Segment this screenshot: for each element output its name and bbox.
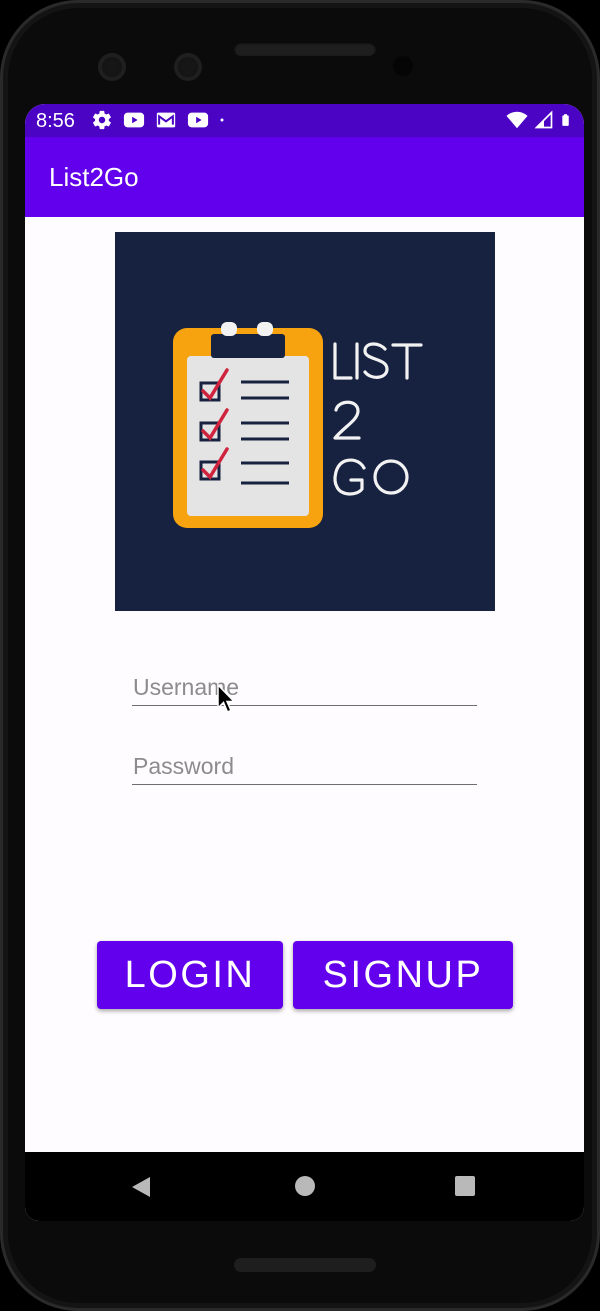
login-button[interactable]: LOGIN xyxy=(97,941,283,1009)
app-screen: 8:56 List2Go Username LOGIN SIGNUP xyxy=(25,104,584,1221)
bottom-speaker xyxy=(234,1258,376,1272)
clipboard-paper xyxy=(187,356,309,516)
battery-icon xyxy=(562,114,569,126)
clipboard-clip xyxy=(211,334,285,358)
recents-icon[interactable] xyxy=(455,1176,475,1196)
app-title: List2Go xyxy=(49,162,139,192)
system-navigation-bar xyxy=(25,1152,584,1221)
list2go-logo xyxy=(115,232,495,611)
phone-device-frame: 8:56 List2Go Username LOGIN SIGNUP xyxy=(0,0,600,1311)
logo-wordmark-2 xyxy=(333,400,361,440)
status-time: 8:56 xyxy=(36,110,75,132)
front-camera xyxy=(98,53,126,81)
list2go-logo-graphic xyxy=(173,322,423,528)
app-bar: List2Go xyxy=(25,137,584,217)
clip-tab-left xyxy=(221,322,237,336)
password-input[interactable] xyxy=(132,749,477,785)
mouse-cursor-icon xyxy=(217,684,236,713)
signup-button[interactable]: SIGNUP xyxy=(293,941,513,1009)
back-icon[interactable] xyxy=(131,1176,153,1198)
signal-icon xyxy=(534,110,553,129)
logo-wordmark-go xyxy=(333,458,409,496)
notification-icons xyxy=(91,109,231,131)
gmail-icon xyxy=(156,112,176,128)
proximity-sensor xyxy=(393,56,413,76)
logo-wordmark-list xyxy=(333,342,423,380)
status-bar: 8:56 xyxy=(25,104,584,137)
home-icon[interactable] xyxy=(295,1176,315,1196)
system-icons xyxy=(506,109,574,131)
dot-icon xyxy=(220,118,224,122)
earpiece-speaker xyxy=(234,42,376,56)
username-input[interactable] xyxy=(132,670,477,706)
front-camera-secondary xyxy=(174,53,202,81)
wifi-icon xyxy=(506,111,528,129)
phone-top-bezel xyxy=(0,0,600,104)
youtube-icon xyxy=(187,112,209,128)
youtube-icon xyxy=(123,112,145,128)
clip-tab-right xyxy=(257,322,273,336)
settings-icon xyxy=(93,110,111,130)
